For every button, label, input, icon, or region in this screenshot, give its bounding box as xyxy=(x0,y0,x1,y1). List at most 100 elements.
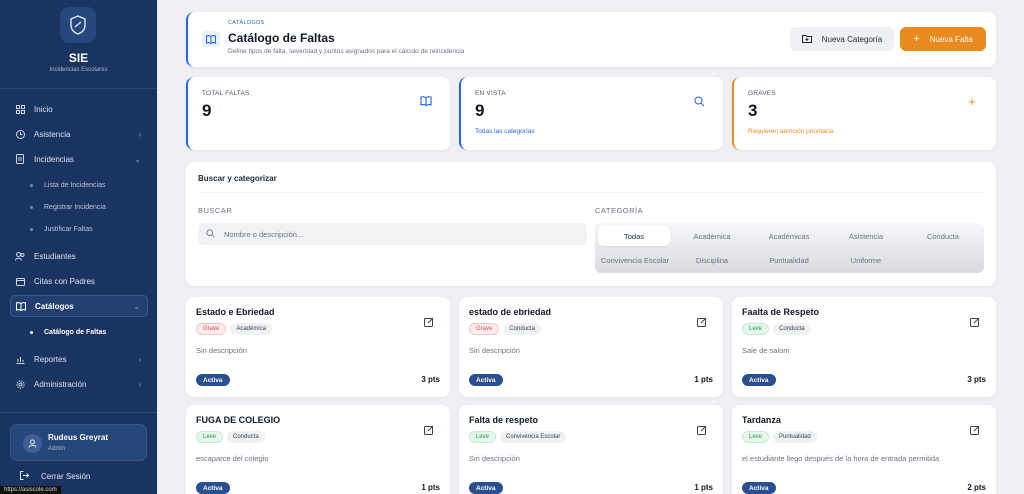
sidebar-subitem-catalogo-faltas[interactable]: Catálogo de Faltas xyxy=(30,323,106,341)
brand-title: SIE xyxy=(68,51,89,65)
search-icon xyxy=(206,228,215,240)
sidebar-item-asistencia[interactable]: Asistencia › xyxy=(10,123,148,145)
sidebar-item-label: Inicio xyxy=(34,104,53,114)
sidebar-item-incidencias[interactable]: Incidencias ⌄ xyxy=(10,148,148,170)
stat-note: Requieren atención prioritaria xyxy=(748,128,834,135)
category-chip-asistencia[interactable]: Asistencia xyxy=(829,226,903,246)
chevron-right-icon: › xyxy=(138,354,141,364)
category-badge: Convivencia Escolar xyxy=(500,431,567,443)
fault-tags: Grave Conducta xyxy=(469,323,542,335)
page-description: Define tipos de falta, severidad y punto… xyxy=(228,48,465,55)
stat-value: 9 xyxy=(475,101,485,120)
fault-card[interactable]: estado de ebriedad Grave Conducta Sin de… xyxy=(459,297,723,397)
user-card[interactable]: Rudeus Greyrat Admin xyxy=(10,424,147,461)
category-chip-disciplina[interactable]: Disciplina xyxy=(675,250,749,270)
category-chip-uniforme[interactable]: Uniforme xyxy=(829,250,903,270)
category-badge: Puntualidad xyxy=(773,431,817,443)
fault-card[interactable]: FUGA DE COLEGIO Leve Conducta escaparce … xyxy=(186,405,450,494)
category-badge: Conducta xyxy=(503,323,542,335)
category-chip-conducta[interactable]: Conducta xyxy=(905,226,981,246)
fault-description: Sin descripción xyxy=(196,346,247,355)
edit-icon[interactable] xyxy=(697,422,707,435)
fault-points: 3 pts xyxy=(967,375,986,384)
sidebar-subitem-justificar-faltas[interactable]: Justificar Faltas xyxy=(30,220,93,238)
edit-icon[interactable] xyxy=(970,422,980,435)
sidebar-item-inicio[interactable]: Inicio xyxy=(10,98,148,120)
chart-icon xyxy=(15,354,25,364)
fault-card[interactable]: Falta de respeto Leve Convivencia Escola… xyxy=(459,405,723,494)
divider xyxy=(0,412,157,413)
fault-tags: Grave Académica xyxy=(196,323,273,335)
stat-card-en-vista: EN VISTA 9 Todas las categorías xyxy=(459,77,723,150)
filter-title: Buscar y categorizar xyxy=(198,174,277,183)
fault-card[interactable]: Tardanza Leve Puntualidad el estudiante … xyxy=(732,405,996,494)
sidebar-item-citas-padres[interactable]: Citas con Padres xyxy=(10,270,148,292)
stat-label: TOTAL FALTAS xyxy=(202,90,250,97)
users-icon xyxy=(15,251,25,261)
bullet-icon xyxy=(30,330,33,334)
gear-icon xyxy=(15,379,25,389)
sidebar-item-catalogos[interactable]: Catálogos ⌄ xyxy=(10,295,148,317)
sidebar-item-estudiantes[interactable]: Estudiantes xyxy=(10,245,148,267)
sidebar-item-administracion[interactable]: Administración › xyxy=(10,373,148,395)
status-badge: Activa xyxy=(469,374,503,386)
search-icon xyxy=(693,95,705,107)
severity-badge: Grave xyxy=(469,323,500,335)
stat-value: 9 xyxy=(202,101,212,120)
edit-icon[interactable] xyxy=(970,314,980,327)
status-badge: Activa xyxy=(196,374,230,386)
fault-tags: Leve Puntualidad xyxy=(742,431,817,443)
fault-tags: Leve Conducta xyxy=(742,323,811,335)
sidebar-subitem-lista-incidencias[interactable]: Lista de Incidencias xyxy=(30,176,105,194)
category-badge: Académica xyxy=(230,323,273,335)
fault-points: 2 pts xyxy=(967,483,986,492)
calendar-icon xyxy=(15,276,25,286)
fault-title: estado de ebriedad xyxy=(469,307,552,317)
app-logo[interactable] xyxy=(60,7,96,43)
fault-card[interactable]: Faalta de Respeto Leve Conducta Sale de … xyxy=(732,297,996,397)
bullet-icon xyxy=(30,227,33,231)
edit-icon[interactable] xyxy=(424,422,434,435)
logout-button[interactable]: Cerrar Sesión xyxy=(20,471,90,482)
fault-tags: Leve Convivencia Escolar xyxy=(469,431,567,443)
category-chip-academicas[interactable]: Académicas xyxy=(751,226,827,246)
fault-description: Sin descripción xyxy=(469,346,520,355)
fault-description: el estudiante llego después de la hora d… xyxy=(742,454,940,463)
stat-value: 3 xyxy=(748,101,758,120)
category-chip-puntualidad[interactable]: Puntualidad xyxy=(751,250,827,270)
severity-badge: Leve xyxy=(469,431,497,443)
user-name: Rudeus Greyrat xyxy=(48,433,109,442)
category-chip-todas[interactable]: Todas xyxy=(598,226,670,246)
category-chip-convivencia[interactable]: Convivencia Escolar xyxy=(593,250,677,270)
edit-icon[interactable] xyxy=(697,314,707,327)
edit-icon[interactable] xyxy=(424,314,434,327)
sidebar-item-label: Asistencia xyxy=(34,129,71,139)
avatar xyxy=(23,434,42,453)
sidebar-subitem-registrar-incidencia[interactable]: Registrar Incidencia xyxy=(30,198,106,216)
new-category-label: Nueva Categoría xyxy=(821,34,883,44)
stat-card-graves: GRAVES 3 Requieren atención prioritaria … xyxy=(732,77,996,150)
sidebar-item-label: Incidencias xyxy=(34,154,75,164)
fault-card[interactable]: Estado e Ebriedad Grave Académica Sin de… xyxy=(186,297,450,397)
search-input[interactable]: Nombre o descripción... xyxy=(198,223,587,245)
chevron-right-icon: › xyxy=(138,129,141,139)
category-filter: Todas Académica Académicas Asistencia Co… xyxy=(595,223,984,273)
book-icon xyxy=(420,95,432,107)
plus-icon: + xyxy=(968,93,976,109)
sidebar-item-label: Citas con Padres xyxy=(34,276,95,286)
severity-badge: Leve xyxy=(742,431,770,443)
brand-subtitle: Incidencias Escolares xyxy=(49,67,108,73)
new-category-button[interactable]: Nueva Categoría xyxy=(790,27,894,51)
status-bar-url: https://asiscole.com xyxy=(0,486,61,494)
new-fault-button[interactable]: + Nueva Falta xyxy=(900,27,986,51)
fault-description: Sin descripción xyxy=(469,454,520,463)
status-badge: Activa xyxy=(742,482,776,494)
book-icon xyxy=(202,31,220,47)
stat-label: EN VISTA xyxy=(475,90,506,97)
category-chip-academica[interactable]: Académica xyxy=(675,226,749,246)
search-placeholder: Nombre o descripción... xyxy=(224,229,304,239)
search-label: BUSCAR xyxy=(198,206,233,215)
sidebar-subitem-label: Registrar Incidencia xyxy=(44,203,106,211)
breadcrumb: CATÁLOGOS xyxy=(228,20,265,26)
sidebar-item-reportes[interactable]: Reportes › xyxy=(10,348,148,370)
